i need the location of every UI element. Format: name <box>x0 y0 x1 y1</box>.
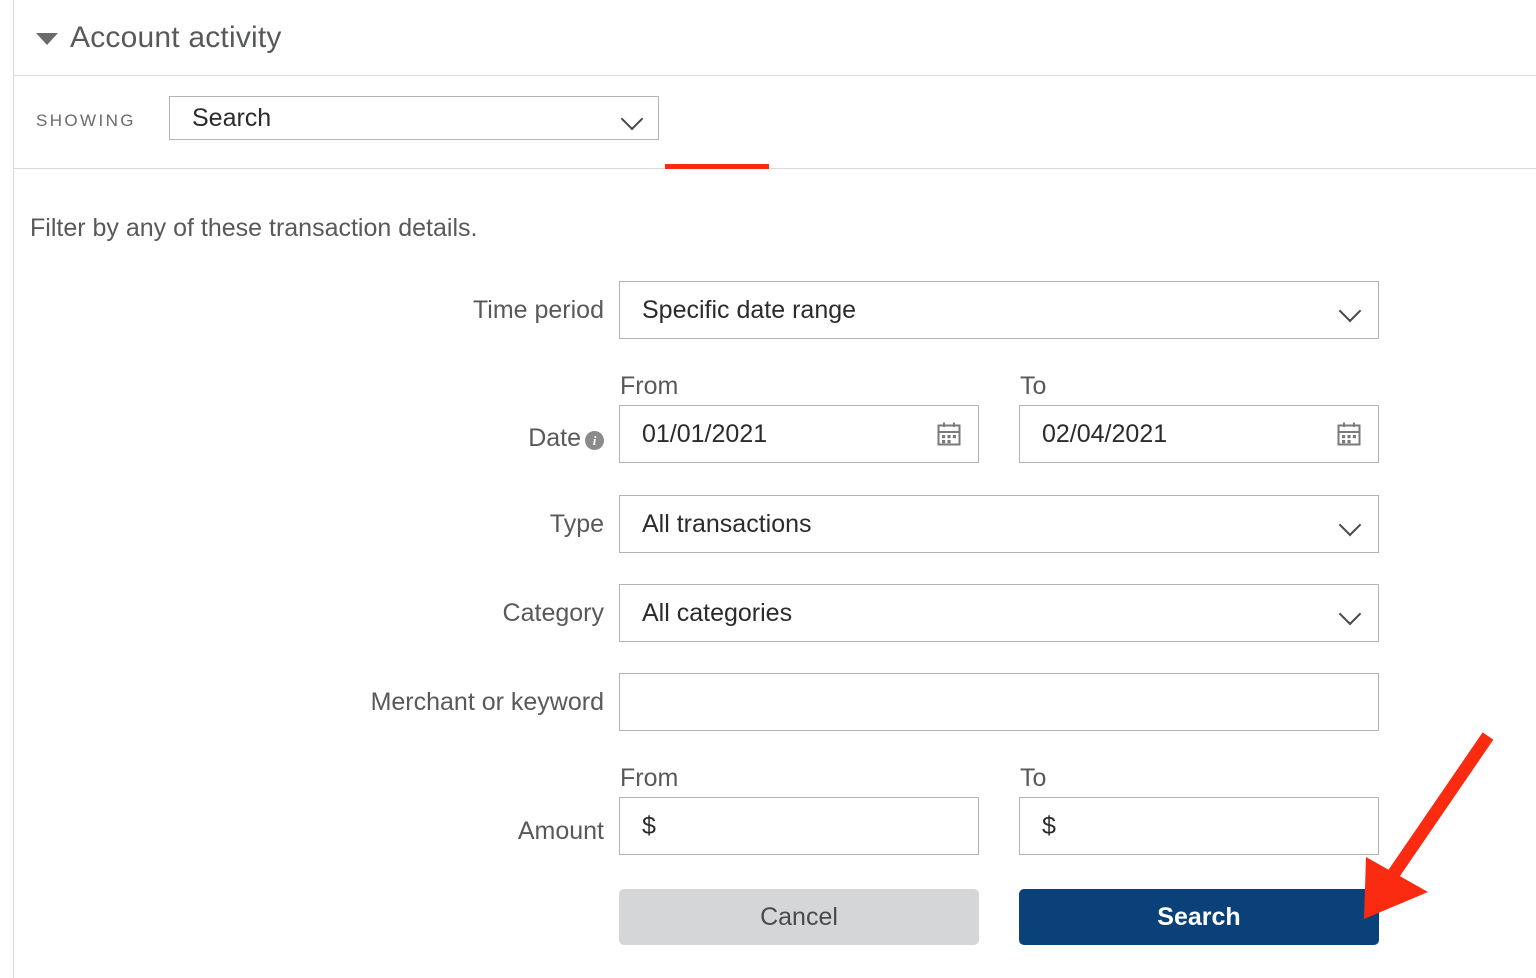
showing-label: SHOWING <box>36 111 136 130</box>
date-label: Date i <box>14 424 604 453</box>
chevron-down-icon <box>1340 299 1362 321</box>
panel-header: Account activity <box>14 0 1536 76</box>
caret-down-icon[interactable] <box>36 33 58 45</box>
form-intro-text: Filter by any of these transaction detai… <box>30 214 478 242</box>
date-to-input[interactable]: 02/04/2021 <box>1019 405 1379 463</box>
category-label: Category <box>502 599 604 627</box>
type-label: Type <box>549 510 604 538</box>
amount-from-label: From <box>620 764 679 792</box>
amount-from-value: $ <box>642 811 656 840</box>
merchant-input[interactable] <box>619 673 1379 731</box>
merchant-label: Merchant or keyword <box>370 688 604 716</box>
chevron-down-icon <box>1340 513 1362 535</box>
search-button[interactable]: Search <box>1019 889 1379 945</box>
cancel-button[interactable]: Cancel <box>619 889 979 945</box>
showing-toolbar: SHOWING Search Search | Sort Options <box>14 76 1536 234</box>
amount-from-input[interactable]: $ <box>619 797 979 855</box>
date-from-label: From <box>620 372 679 400</box>
date-to-value: 02/04/2021 <box>1042 419 1168 448</box>
type-select[interactable]: All transactions <box>619 495 1379 553</box>
chevron-down-icon <box>1340 602 1362 624</box>
date-from-input[interactable]: 01/01/2021 <box>619 405 979 463</box>
time-period-select[interactable]: Specific date range <box>619 281 1379 339</box>
chevron-down-icon <box>622 107 644 129</box>
time-period-label: Time period <box>472 296 604 324</box>
amount-label: Amount <box>517 817 604 845</box>
category-select[interactable]: All categories <box>619 584 1379 642</box>
amount-to-value: $ <box>1042 811 1056 840</box>
time-period-value: Specific date range <box>642 295 857 324</box>
amount-to-input[interactable]: $ <box>1019 797 1379 855</box>
account-activity-page: Account activity SHOWING Search Search |… <box>0 0 1536 978</box>
search-filter-form: Filter by any of these transaction detai… <box>14 169 1536 978</box>
date-to-label: To <box>1020 372 1047 400</box>
date-label-text: Date <box>528 424 581 452</box>
calendar-icon[interactable] <box>936 421 962 447</box>
calendar-icon[interactable] <box>1336 421 1362 447</box>
date-from-value: 01/01/2021 <box>642 419 768 448</box>
showing-select[interactable]: Search <box>169 96 659 140</box>
page-title: Account activity <box>70 20 282 54</box>
showing-select-value: Search <box>192 103 272 132</box>
info-icon[interactable]: i <box>585 431 604 450</box>
category-value: All categories <box>642 598 793 627</box>
type-value: All transactions <box>642 509 812 538</box>
amount-to-label: To <box>1020 764 1047 792</box>
